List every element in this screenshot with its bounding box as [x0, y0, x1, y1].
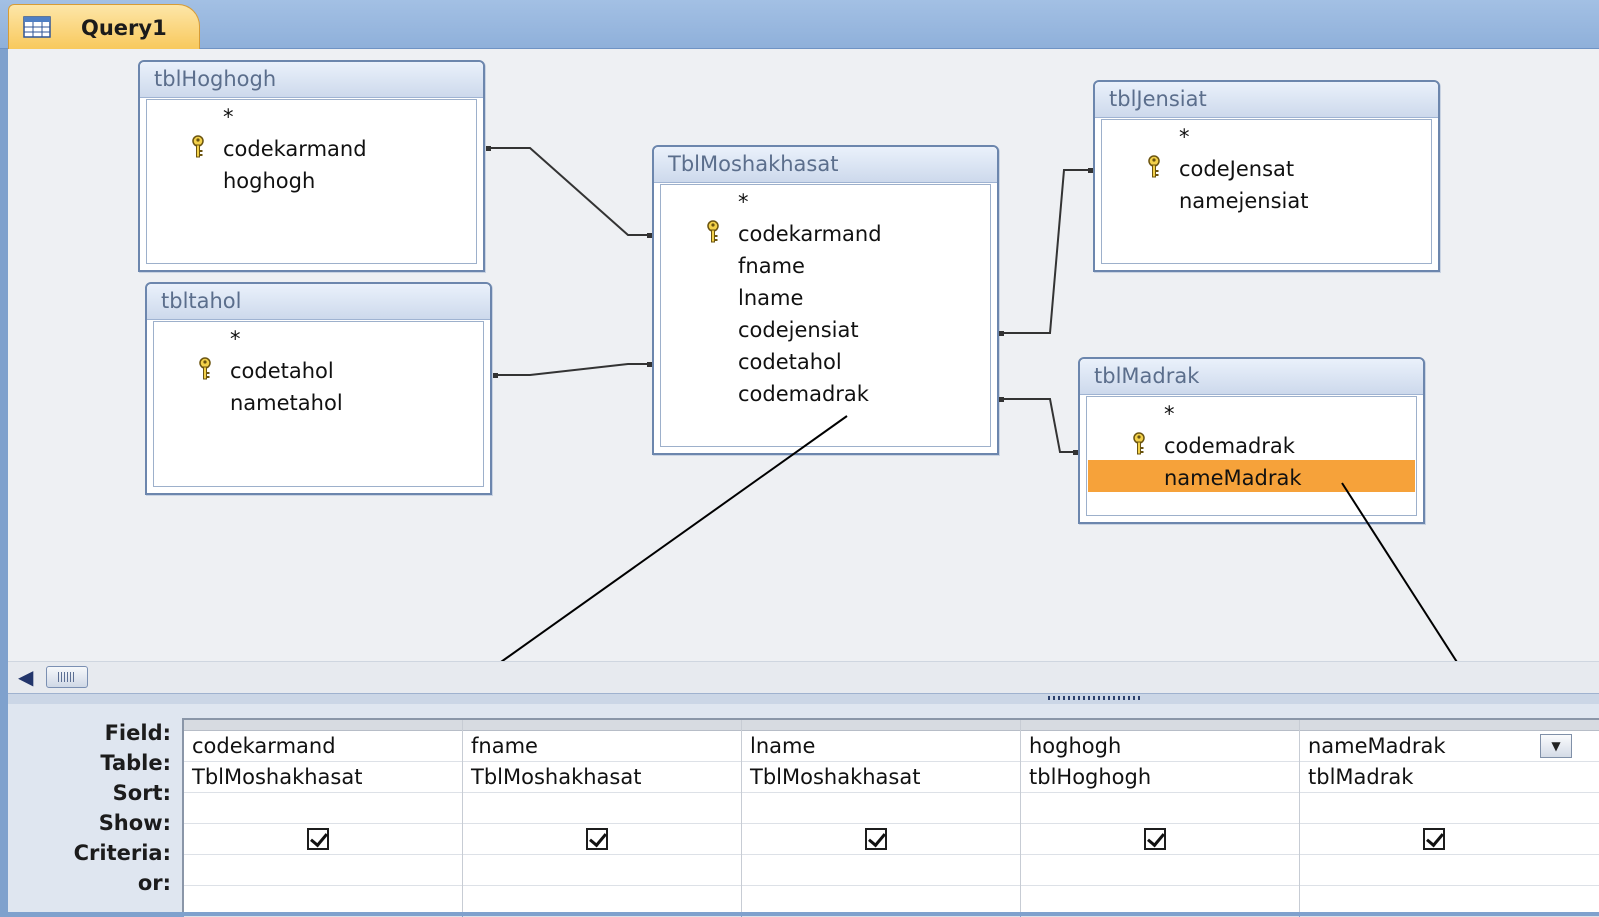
show-cell [742, 824, 1020, 855]
show-cell [1021, 824, 1299, 855]
query-design-grid: codekarmand TblMoshakhasat fname TblMosh… [182, 718, 1599, 917]
show-cell [463, 824, 741, 855]
or-cell[interactable] [1300, 886, 1599, 917]
join-line-madrak [999, 398, 1078, 453]
criteria-cell[interactable] [184, 855, 462, 886]
join-line-hoghogh [486, 147, 652, 236]
row-label-criteria: Criteria: [73, 841, 171, 865]
join-line-tahol [493, 363, 652, 376]
join-line-jensiat [999, 169, 1093, 334]
or-cell[interactable] [742, 886, 1020, 917]
or-cell[interactable] [463, 886, 741, 917]
or-cell[interactable] [1021, 886, 1299, 917]
row-label-show: Show: [98, 811, 171, 835]
row-label-or: or: [137, 871, 171, 895]
grid-column: lname TblMoshakhasat [742, 720, 1021, 917]
table-cell[interactable]: TblMoshakhasat [184, 762, 462, 793]
grid-column: fname TblMoshakhasat [463, 720, 742, 917]
show-checkbox[interactable] [865, 828, 887, 850]
grid-column: codekarmand TblMoshakhasat [184, 720, 463, 917]
field-cell[interactable]: hoghogh [1021, 731, 1299, 762]
criteria-cell[interactable] [742, 855, 1020, 886]
row-label-sort: Sort: [112, 781, 171, 805]
criteria-cell[interactable] [463, 855, 741, 886]
scroll-thumb[interactable] [46, 666, 88, 688]
criteria-cell[interactable] [1300, 855, 1599, 886]
criteria-cell[interactable] [1021, 855, 1299, 886]
column-selector[interactable] [742, 720, 1020, 731]
column-selector[interactable] [184, 720, 462, 731]
sort-cell[interactable] [1021, 793, 1299, 824]
row-label-table: Table: [100, 751, 171, 775]
sort-cell[interactable] [742, 793, 1020, 824]
grip-icon [58, 672, 76, 682]
show-cell [184, 824, 462, 855]
table-cell[interactable]: tblHoghogh [1021, 762, 1299, 793]
show-checkbox[interactable] [1144, 828, 1166, 850]
table-cell[interactable]: TblMoshakhasat [742, 762, 1020, 793]
splitter-grip-icon [1048, 696, 1143, 700]
row-label-field: Field: [104, 721, 171, 745]
grid-column: hoghogh tblHoghogh [1021, 720, 1300, 917]
show-checkbox[interactable] [586, 828, 608, 850]
grid-column: nameMadrak ▼ tblMadrak [1300, 720, 1599, 917]
column-selector[interactable] [1021, 720, 1299, 731]
horizontal-scrollbar[interactable]: ◀ [8, 661, 1599, 694]
table-cell[interactable]: TblMoshakhasat [463, 762, 741, 793]
field-cell[interactable]: lname [742, 731, 1020, 762]
show-cell [1300, 824, 1599, 855]
sort-cell[interactable] [1300, 793, 1599, 824]
dropdown-arrow-icon[interactable]: ▼ [1540, 734, 1572, 758]
scroll-left-icon[interactable]: ◀ [18, 665, 33, 689]
column-selector[interactable] [1300, 720, 1599, 731]
field-value: nameMadrak [1308, 734, 1446, 758]
or-cell[interactable] [184, 886, 462, 917]
show-checkbox[interactable] [1423, 828, 1445, 850]
column-selector[interactable] [463, 720, 741, 731]
sort-cell[interactable] [463, 793, 741, 824]
sort-cell[interactable] [184, 793, 462, 824]
show-checkbox[interactable] [307, 828, 329, 850]
field-cell[interactable]: fname [463, 731, 741, 762]
field-cell[interactable]: nameMadrak ▼ [1300, 731, 1599, 762]
field-cell[interactable]: codekarmand [184, 731, 462, 762]
table-cell[interactable]: tblMadrak [1300, 762, 1599, 793]
